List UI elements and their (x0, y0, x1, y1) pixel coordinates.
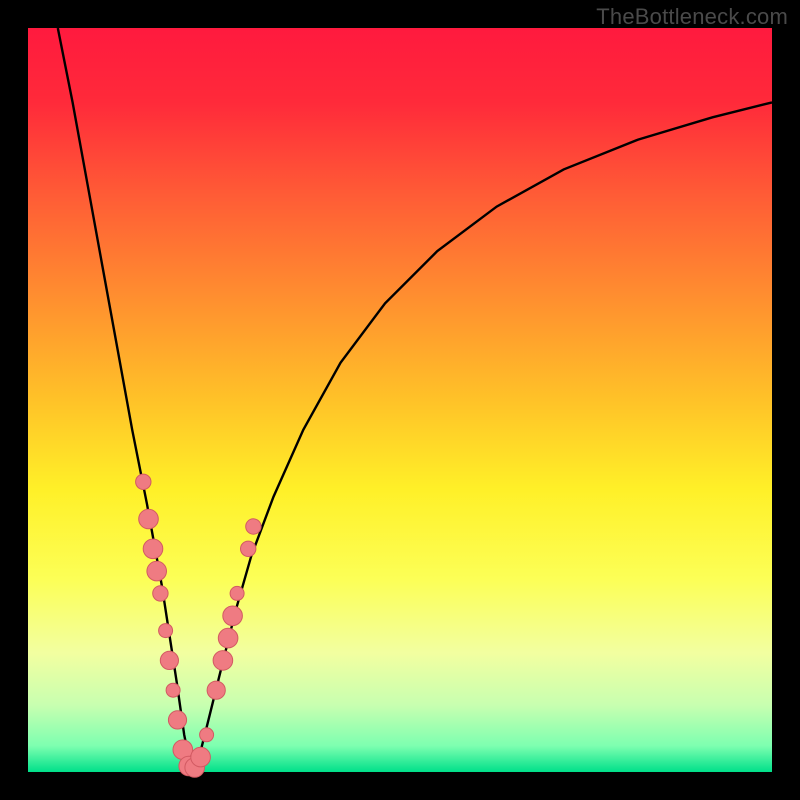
component-marker (166, 683, 180, 697)
chart-frame: TheBottleneck.com (0, 0, 800, 800)
component-marker (136, 474, 151, 489)
component-marker (153, 586, 168, 601)
component-marker (241, 541, 256, 556)
component-marker (191, 747, 211, 767)
component-marker (139, 509, 159, 529)
component-marker (143, 539, 163, 559)
component-marker (218, 628, 238, 648)
component-marker (246, 519, 261, 534)
component-marker (230, 586, 244, 600)
component-marker (160, 651, 178, 669)
component-marker (223, 606, 243, 626)
bottleneck-chart (0, 0, 800, 800)
watermark-text: TheBottleneck.com (596, 4, 788, 30)
component-marker (168, 711, 186, 729)
component-marker (200, 728, 214, 742)
component-marker (213, 651, 233, 671)
component-marker (147, 561, 167, 581)
gradient-background (28, 28, 772, 772)
component-marker (207, 681, 225, 699)
component-marker (159, 624, 173, 638)
